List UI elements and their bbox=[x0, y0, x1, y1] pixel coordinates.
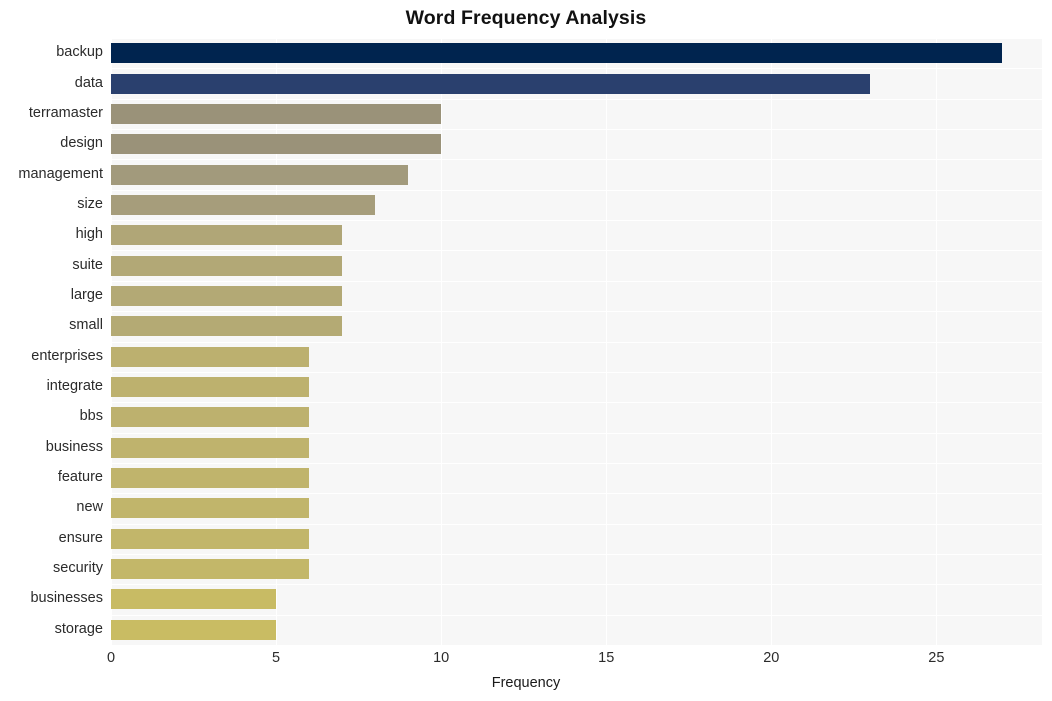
bar-data bbox=[111, 73, 871, 94]
y-tick-label-enterprises: enterprises bbox=[31, 347, 103, 364]
bar-row bbox=[111, 134, 1042, 155]
bar-row bbox=[111, 255, 1042, 276]
bar-new bbox=[111, 498, 310, 519]
y-tick-label-feature: feature bbox=[57, 469, 103, 486]
y-tick-label-data: data bbox=[74, 74, 103, 91]
bar-feature bbox=[111, 468, 310, 489]
horizontal-gridline bbox=[111, 98, 1042, 100]
word-frequency-chart: Word Frequency Analysis backup data terram… bbox=[0, 0, 1052, 701]
y-tick-label-small: small bbox=[69, 317, 103, 334]
bar-ensure bbox=[111, 528, 310, 549]
y-tick-label-businesses: businesses bbox=[30, 590, 103, 607]
horizontal-gridline bbox=[111, 553, 1042, 555]
x-tick-label-0: 0 bbox=[106, 650, 116, 666]
bar-bbs bbox=[111, 407, 310, 428]
y-tick-label-large: large bbox=[70, 286, 103, 303]
bar-suite bbox=[111, 255, 343, 276]
horizontal-gridline bbox=[111, 645, 1042, 646]
bar-row bbox=[111, 316, 1042, 337]
bar-row bbox=[111, 225, 1042, 246]
horizontal-gridline bbox=[111, 311, 1042, 313]
horizontal-gridline bbox=[111, 584, 1042, 586]
bar-row bbox=[111, 589, 1042, 610]
bar-business bbox=[111, 437, 310, 458]
bar-row bbox=[111, 468, 1042, 489]
x-axis-tick-labels: 0 5 10 15 20 25 bbox=[0, 650, 1052, 674]
bar-row bbox=[111, 528, 1042, 549]
bar-row bbox=[111, 194, 1042, 215]
horizontal-gridline bbox=[111, 402, 1042, 404]
bar-enterprises bbox=[111, 346, 310, 367]
y-tick-label-backup: backup bbox=[56, 44, 103, 61]
horizontal-gridline bbox=[111, 38, 1042, 39]
bar-row bbox=[111, 437, 1042, 458]
horizontal-gridline bbox=[111, 371, 1042, 373]
x-tick-label-15: 15 bbox=[598, 650, 615, 666]
y-tick-label-business: business bbox=[45, 438, 103, 455]
bar-large bbox=[111, 285, 343, 306]
x-tick-label-20: 20 bbox=[763, 650, 780, 666]
y-tick-label-design: design bbox=[60, 135, 103, 152]
x-axis-title: Frequency bbox=[491, 675, 561, 691]
x-tick-label-5: 5 bbox=[272, 650, 281, 666]
horizontal-gridline bbox=[111, 523, 1042, 525]
bar-row bbox=[111, 377, 1042, 398]
horizontal-gridline bbox=[111, 493, 1042, 495]
bar-businesses bbox=[111, 589, 277, 610]
bar-small bbox=[111, 316, 343, 337]
horizontal-gridline bbox=[111, 159, 1042, 161]
bar-backup bbox=[111, 43, 1003, 64]
bar-row bbox=[111, 498, 1042, 519]
bar-high bbox=[111, 225, 343, 246]
y-tick-label-terramaster: terramaster bbox=[28, 104, 103, 121]
bar-design bbox=[111, 134, 442, 155]
bar-row bbox=[111, 164, 1042, 185]
bar-management bbox=[111, 164, 409, 185]
horizontal-gridline bbox=[111, 68, 1042, 70]
y-tick-label-storage: storage bbox=[54, 620, 103, 637]
horizontal-gridline bbox=[111, 462, 1042, 464]
horizontal-gridline bbox=[111, 341, 1042, 343]
chart-title: Word Frequency Analysis bbox=[405, 7, 647, 29]
bar-size bbox=[111, 194, 376, 215]
bar-row bbox=[111, 559, 1042, 580]
y-tick-label-high: high bbox=[75, 226, 103, 243]
plot-area bbox=[111, 38, 1042, 646]
y-tick-label-suite: suite bbox=[72, 256, 103, 273]
bar-row bbox=[111, 73, 1042, 94]
horizontal-gridline bbox=[111, 220, 1042, 222]
bar-row bbox=[111, 103, 1042, 124]
x-tick-label-25: 25 bbox=[928, 650, 945, 666]
bar-row bbox=[111, 619, 1042, 640]
y-tick-label-management: management bbox=[18, 165, 103, 182]
bar-row bbox=[111, 346, 1042, 367]
bar-storage bbox=[111, 619, 277, 640]
y-tick-label-bbs: bbs bbox=[79, 408, 103, 425]
y-tick-label-security: security bbox=[53, 560, 103, 577]
bar-integrate bbox=[111, 377, 310, 398]
y-tick-label-integrate: integrate bbox=[46, 378, 103, 395]
horizontal-gridline bbox=[111, 614, 1042, 616]
horizontal-gridline bbox=[111, 250, 1042, 252]
y-tick-label-new: new bbox=[76, 499, 103, 516]
horizontal-gridline bbox=[111, 432, 1042, 434]
bar-security bbox=[111, 559, 310, 580]
horizontal-gridline bbox=[111, 189, 1042, 191]
horizontal-gridline bbox=[111, 129, 1042, 131]
y-tick-label-size: size bbox=[77, 195, 103, 212]
y-tick-label-ensure: ensure bbox=[58, 529, 103, 546]
bar-terramaster bbox=[111, 103, 442, 124]
bar-row bbox=[111, 285, 1042, 306]
x-tick-label-10: 10 bbox=[433, 650, 450, 666]
bar-row bbox=[111, 43, 1042, 64]
horizontal-gridline bbox=[111, 280, 1042, 282]
y-axis-tick-labels: backup data terramaster design management siz… bbox=[0, 38, 103, 645]
bar-row bbox=[111, 407, 1042, 428]
